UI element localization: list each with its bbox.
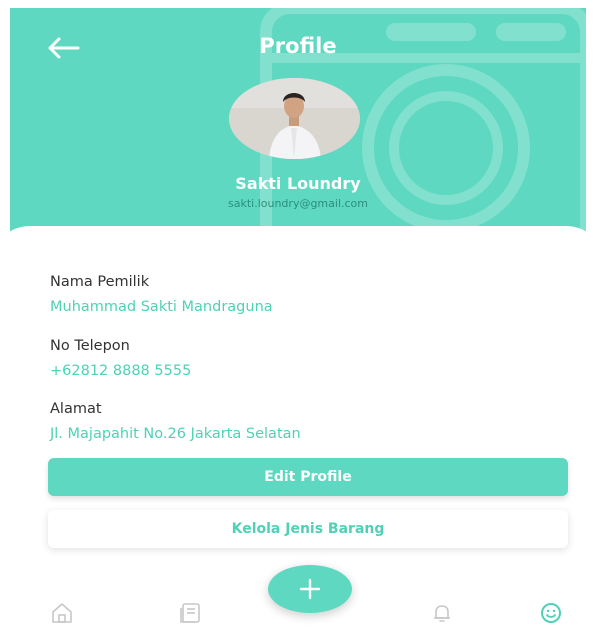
field-phone: No Telepon +62812 8888 5555 — [50, 338, 191, 379]
manage-item-types-label: Kelola Jenis Barang — [231, 521, 385, 537]
field-value: +62812 8888 5555 — [50, 363, 192, 379]
plus-icon — [299, 578, 321, 600]
avatar[interactable] — [229, 78, 360, 159]
profile-header: Profile Sakti Loundry sakti.loundry@gmai… — [10, 8, 586, 246]
field-value: Jl. Majapahit No.26 Jakarta Selatan — [50, 426, 301, 442]
field-owner-name: Nama Pemilik Muhammad Sakti Mandraguna — [50, 274, 273, 315]
field-value: Muhammad Sakti Mandraguna — [50, 299, 273, 315]
field-label: No Telepon — [50, 338, 130, 354]
profile-screen: Profile Sakti Loundry sakti.loundry@gmai… — [10, 8, 586, 637]
avatar-photo — [229, 78, 360, 159]
edit-profile-button[interactable]: Edit Profile — [48, 458, 568, 496]
nav-orders[interactable] — [178, 601, 202, 625]
nav-home[interactable] — [50, 601, 74, 625]
add-button[interactable] — [268, 565, 352, 613]
page-title: Profile — [259, 34, 337, 58]
nav-profile[interactable] — [539, 601, 563, 625]
manage-item-types-button[interactable]: Kelola Jenis Barang — [48, 510, 568, 548]
field-label: Alamat — [50, 401, 102, 417]
edit-profile-label: Edit Profile — [264, 469, 352, 485]
field-address: Alamat Jl. Majapahit No.26 Jakarta Selat… — [50, 401, 301, 442]
nav-notifications[interactable] — [430, 601, 454, 625]
field-label: Nama Pemilik — [50, 274, 150, 290]
laundry-name: Sakti Loundry — [235, 174, 361, 193]
laundry-email: sakti.loundry@gmail.com — [228, 197, 368, 210]
